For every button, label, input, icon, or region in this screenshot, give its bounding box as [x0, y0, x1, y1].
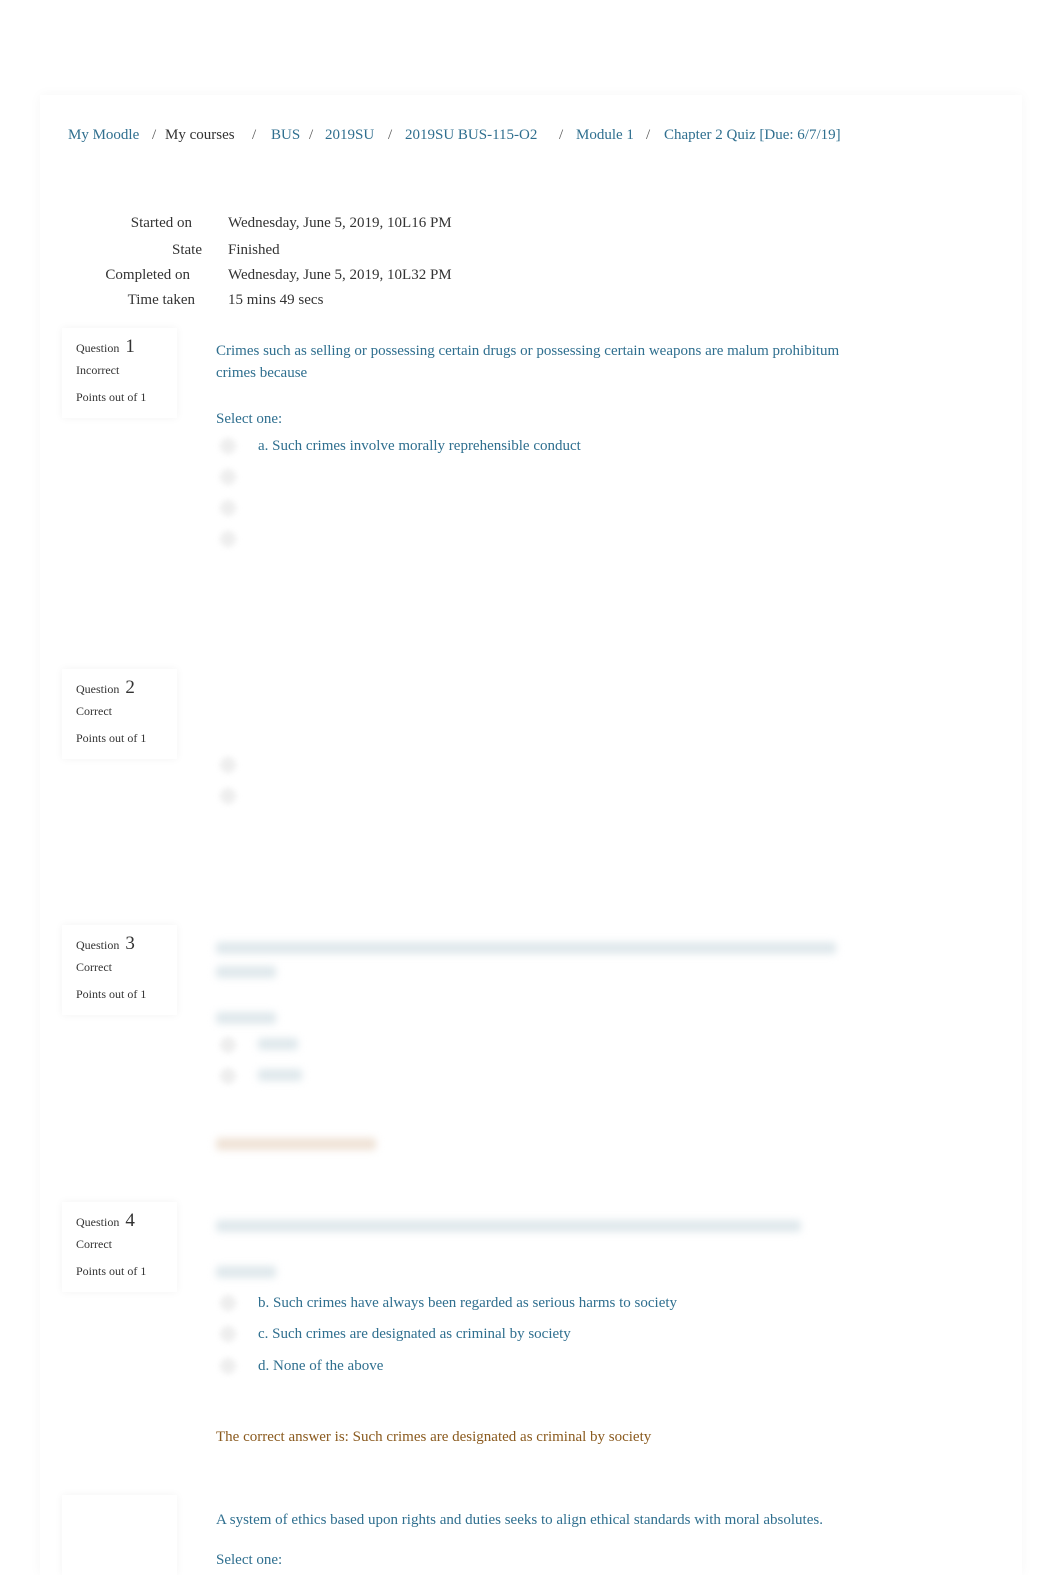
breadcrumb-module[interactable]: Module 1	[576, 127, 634, 144]
time-value: 15 mins 49 secs	[228, 292, 324, 308]
question-points: Points out of 1	[76, 731, 147, 745]
radio-option[interactable]	[220, 1068, 236, 1084]
question-points: Points out of 1	[76, 987, 147, 1001]
radio-option-c[interactable]	[220, 500, 236, 516]
time-label: Time taken	[127, 292, 195, 308]
quiz-review-page	[40, 95, 1022, 1575]
question-points: Points out of 1	[76, 390, 147, 404]
question-info-4: Question 4 Correct Points out of 1	[62, 1202, 177, 1292]
correct-answer-feedback: The correct answer is: Such crimes are d…	[216, 1429, 652, 1445]
question-info-5	[62, 1495, 177, 1575]
radio-option[interactable]	[220, 757, 236, 773]
breadcrumb-my-courses: My courses	[165, 127, 235, 143]
state-label: State	[172, 242, 202, 258]
radio-option-d[interactable]	[220, 1358, 236, 1374]
question-info-3: Question 3 Correct Points out of 1	[62, 925, 177, 1015]
radio-option-c[interactable]	[220, 1326, 236, 1342]
breadcrumb-course[interactable]: 2019SU BUS-115-O2	[405, 127, 537, 144]
breadcrumb-separator: /	[152, 127, 157, 143]
breadcrumb-2019su[interactable]: 2019SU	[325, 127, 374, 144]
radio-option-b[interactable]	[220, 469, 236, 485]
blurred-feedback	[216, 1138, 376, 1150]
question-label: Question	[76, 1215, 120, 1229]
radio-option[interactable]	[220, 1037, 236, 1053]
select-one-label: Select one:	[216, 1552, 283, 1568]
blurred-select-label	[216, 1266, 276, 1278]
completed-value: Wednesday, June 5, 2019, 10L32 PM	[228, 267, 452, 283]
question-status: Correct	[76, 704, 112, 718]
breadcrumb-separator: /	[559, 127, 564, 143]
question-label: Question	[76, 341, 120, 355]
breadcrumb-separator: /	[646, 127, 651, 143]
breadcrumb-separator: /	[252, 127, 257, 143]
blurred-question-text	[216, 1220, 801, 1232]
radio-option[interactable]	[220, 788, 236, 804]
started-value: Wednesday, June 5, 2019, 10L16 PM	[228, 215, 452, 231]
breadcrumb-my-moodle[interactable]: My Moodle	[68, 127, 139, 144]
question-status: Incorrect	[76, 363, 120, 377]
question-number: 3	[125, 933, 135, 954]
breadcrumb-separator: /	[309, 127, 314, 143]
question-info-2: Question 2 Correct Points out of 1	[62, 669, 177, 759]
blurred-question-text	[216, 942, 836, 954]
started-label: Started on	[130, 215, 192, 231]
question-text: A system of ethics based upon rights and…	[216, 1512, 823, 1528]
question-number: 1	[125, 336, 135, 357]
question-number: 2	[125, 677, 135, 698]
question-text: Crimes such as selling or possessing cer…	[216, 343, 840, 381]
option-b[interactable]: b. Such crimes have always been regarded…	[258, 1295, 677, 1312]
question-points: Points out of 1	[76, 1264, 147, 1278]
question-label: Question	[76, 938, 120, 952]
question-number: 4	[125, 1210, 135, 1231]
option-a[interactable]: a. Such crimes involve morally reprehens…	[258, 438, 581, 455]
select-one-label: Select one:	[216, 411, 283, 427]
breadcrumb-separator: /	[388, 127, 393, 143]
state-value: Finished	[228, 242, 280, 258]
option-c[interactable]: c. Such crimes are designated as crimina…	[258, 1326, 571, 1343]
radio-option-a[interactable]	[220, 438, 236, 454]
blurred-option	[258, 1069, 302, 1081]
blurred-select-label	[216, 1012, 276, 1024]
breadcrumb-quiz[interactable]: Chapter 2 Quiz [Due: 6/7/19]	[664, 127, 841, 144]
blurred-question-text	[216, 966, 276, 978]
completed-label: Completed on	[105, 267, 190, 283]
question-info-1: Question 1 Incorrect Points out of 1	[62, 328, 177, 418]
radio-option-b[interactable]	[220, 1295, 236, 1311]
question-status: Correct	[76, 960, 112, 974]
option-d[interactable]: d. None of the above	[258, 1358, 383, 1375]
radio-option-d[interactable]	[220, 531, 236, 547]
breadcrumb-bus[interactable]: BUS	[271, 127, 300, 144]
question-label: Question	[76, 682, 120, 696]
question-status: Correct	[76, 1237, 112, 1251]
blurred-option	[258, 1038, 298, 1050]
